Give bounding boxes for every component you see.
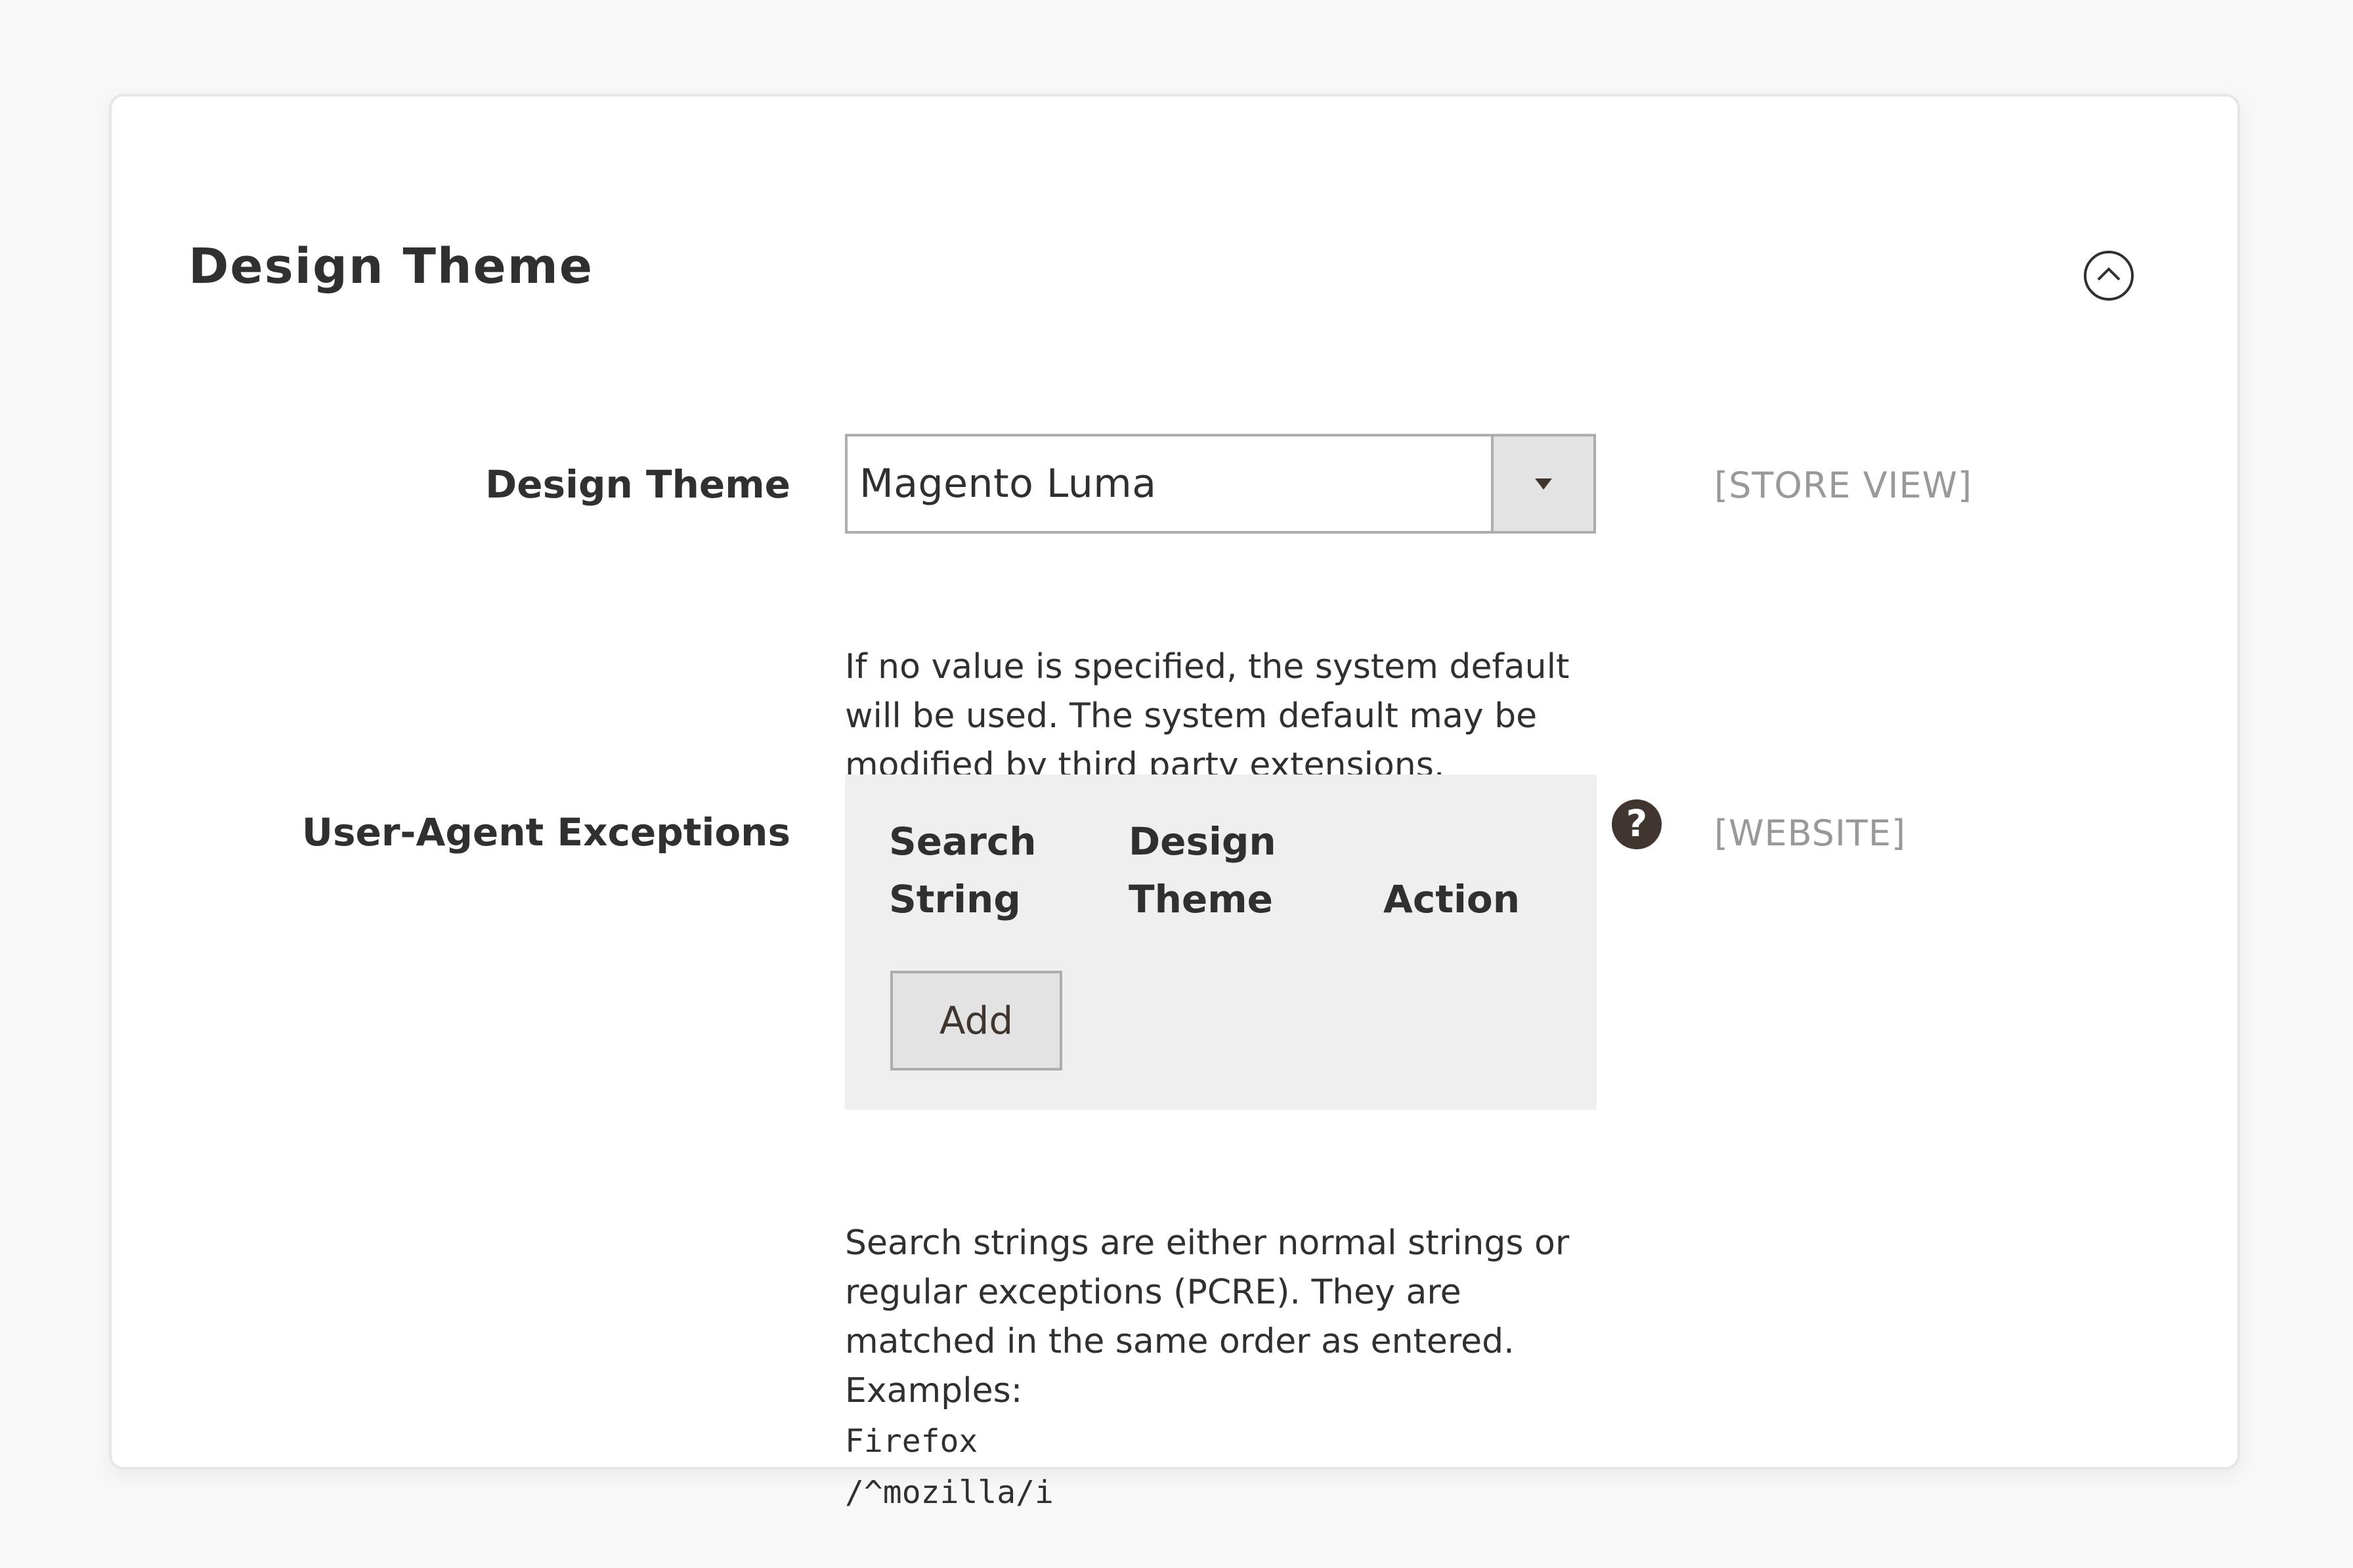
ua-exceptions-note: Search strings are either normal strings… (845, 1219, 1600, 1518)
column-header-text: Search (889, 819, 1037, 864)
example-mozilla-regex: /^mozilla/i (845, 1474, 1054, 1511)
add-exception-button[interactable]: Add (890, 971, 1062, 1070)
column-header-search-string: Search String (889, 813, 1086, 928)
column-header-action: Action (1383, 877, 1521, 922)
store-view-scope: [STORE VIEW] (1714, 465, 1973, 506)
section-title: Design Theme (188, 238, 594, 295)
example-firefox: Firefox (845, 1423, 978, 1460)
chevron-up-circle-icon (2084, 251, 2134, 301)
ua-exceptions-label: User-Agent Exceptions (301, 810, 790, 855)
question-circle-icon[interactable]: ? (1612, 799, 1662, 849)
caret-down-icon (1535, 478, 1552, 490)
design-theme-selected-value: Magento Luma (859, 461, 1157, 507)
ua-note-text: Search strings are either normal strings… (845, 1223, 1570, 1361)
examples-label: Examples: (845, 1371, 1023, 1410)
column-header-design-theme: Design Theme (1129, 813, 1326, 928)
website-scope: [WEBSITE] (1714, 813, 1907, 854)
design-theme-select[interactable]: Magento Luma (845, 434, 1596, 534)
column-header-text: String (889, 877, 1021, 922)
column-header-text: Theme (1129, 877, 1273, 922)
ua-exceptions-table: Search String Design Theme Action Add (845, 774, 1597, 1110)
select-dropdown-toggle[interactable] (1491, 436, 1593, 531)
collapse-section-button[interactable] (2083, 249, 2135, 302)
column-header-text: Design (1129, 819, 1276, 864)
design-theme-note: If no value is specified, the system def… (845, 647, 1570, 785)
design-theme-card: Design Theme Design Theme Magento Luma [… (109, 94, 2240, 1511)
design-theme-label: Design Theme (485, 462, 790, 507)
